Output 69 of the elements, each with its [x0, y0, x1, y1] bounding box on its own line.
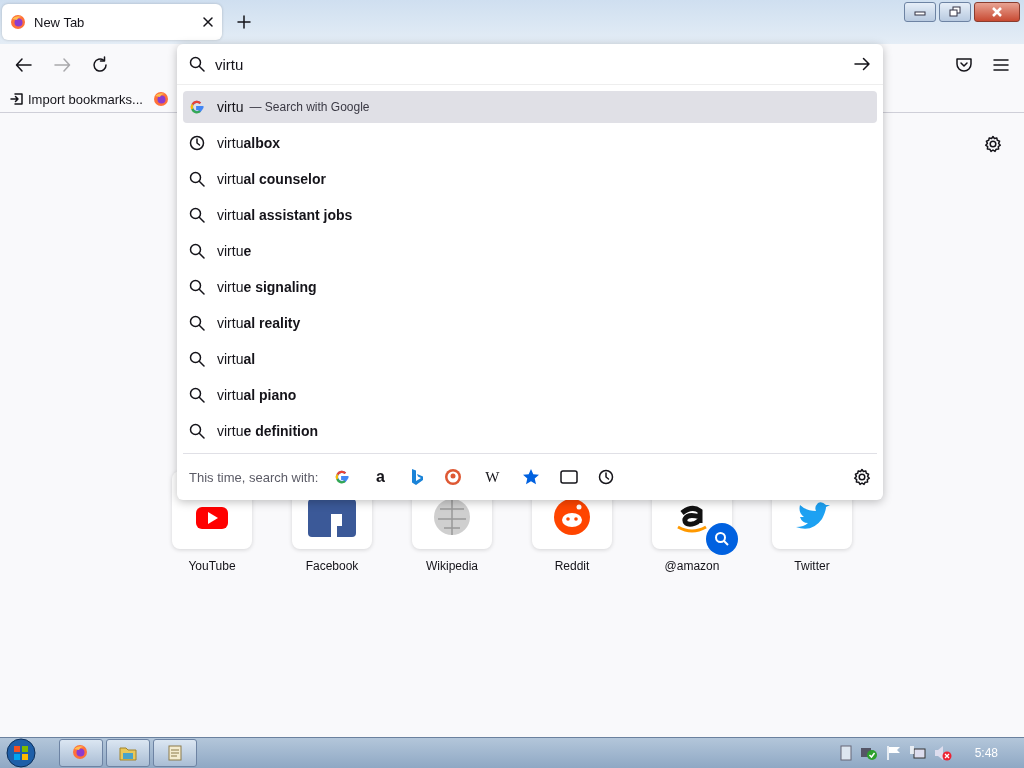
start-button[interactable]: [6, 738, 36, 768]
suggestion-row[interactable]: virtual reality: [183, 307, 877, 339]
restore-button[interactable]: [939, 2, 971, 22]
amazon-engine-button[interactable]: a: [370, 467, 391, 487]
clock-icon[interactable]: [598, 469, 615, 485]
suggestion-row[interactable]: virtual piano: [183, 379, 877, 411]
suggestion-row[interactable]: virtualbox: [183, 127, 877, 159]
taskbar-app-button[interactable]: [153, 739, 197, 767]
firefox-icon: [10, 14, 26, 30]
star-icon[interactable]: [522, 468, 541, 486]
close-icon[interactable]: [202, 16, 214, 28]
security-check-icon[interactable]: [859, 745, 878, 761]
wikipedia-engine-button[interactable]: W: [482, 467, 503, 487]
shortcut-label: YouTube: [188, 559, 236, 573]
tab-icon[interactable]: [560, 470, 579, 484]
network-icon[interactable]: [909, 745, 926, 761]
menu-icon[interactable]: [992, 56, 1010, 74]
taskbar-app-button[interactable]: [59, 739, 103, 767]
back-button[interactable]: [14, 55, 34, 75]
google-icon: [189, 99, 205, 115]
google-icon[interactable]: [334, 469, 351, 485]
restore-icon: [949, 6, 961, 18]
suggestion-row[interactable]: virtual counselor: [183, 163, 877, 195]
suggestion-row[interactable]: virtue: [183, 235, 877, 267]
go-arrow-icon[interactable]: [853, 55, 871, 73]
search-icon: [189, 56, 205, 72]
taskbar-app-button[interactable]: [106, 739, 150, 767]
suggestion-row[interactable]: virtue definition: [183, 415, 877, 447]
search-icon: [189, 387, 205, 403]
settings-icon[interactable]: [984, 135, 1002, 153]
speaker-muted-icon[interactable]: [933, 745, 952, 761]
suggestion-row[interactable]: virtue signaling: [183, 271, 877, 303]
suggestion-row[interactable]: virtu — Search with Google: [183, 91, 877, 123]
shortcut-label: @amazon: [664, 559, 720, 573]
search-icon: [189, 243, 205, 259]
reload-button[interactable]: [90, 55, 110, 75]
search-icon: [189, 315, 205, 331]
import-icon: [10, 92, 24, 106]
shortcut-label: Reddit: [554, 559, 590, 573]
firefox-icon: [72, 744, 90, 762]
minimize-icon: [914, 8, 926, 16]
wikipedia-logo-icon: [432, 499, 472, 537]
search-icon: [189, 171, 205, 187]
address-field[interactable]: virtu: [215, 55, 843, 73]
document-icon[interactable]: [839, 745, 852, 761]
tab[interactable]: New Tab: [2, 4, 222, 40]
settings-icon[interactable]: [853, 468, 871, 486]
duck-icon[interactable]: [444, 468, 463, 486]
clock-icon: [189, 135, 205, 151]
bookmark-item[interactable]: Import bookmarks...: [10, 91, 143, 107]
close-icon: [991, 7, 1003, 17]
pocket-icon[interactable]: [954, 55, 974, 75]
plus-icon[interactable]: [237, 15, 251, 29]
close-button[interactable]: [974, 2, 1020, 22]
folder-icon: [119, 745, 137, 761]
suggestion-row[interactable]: virtual: [183, 343, 877, 375]
search-icon: [189, 423, 205, 439]
firefox-icon: [152, 91, 169, 107]
minimize-button[interactable]: [904, 2, 936, 22]
shortcut-label: Facebook: [305, 559, 359, 573]
shortcut-label: Twitter: [794, 559, 830, 573]
bing-icon[interactable]: [410, 468, 425, 486]
search-icon: [189, 207, 205, 223]
search-with-label: This time, search with:: [189, 469, 319, 485]
search-icon: [189, 279, 205, 295]
suggestion-row[interactable]: virtual assistant jobs: [183, 199, 877, 231]
notepad-icon: [168, 745, 182, 761]
search-icon: [189, 351, 205, 367]
shortcut-label: Wikipedia: [426, 559, 478, 573]
